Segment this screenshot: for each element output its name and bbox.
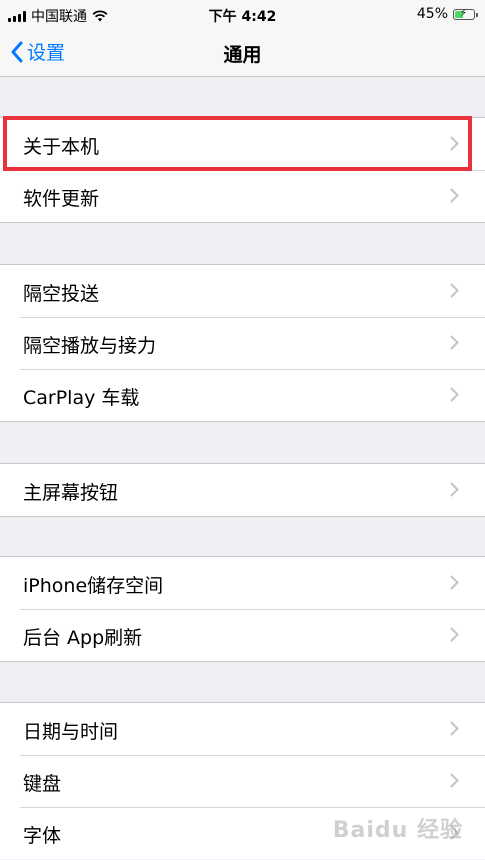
page-title: 通用	[223, 44, 262, 66]
row-label: 字体	[23, 825, 62, 847]
row-iphone-storage[interactable]: iPhone储存空间	[0, 557, 485, 609]
row-about[interactable]: 关于本机	[0, 118, 485, 170]
charging-bolt-icon: ⚡	[460, 7, 468, 19]
settings-group-storage: iPhone储存空间 后台 App刷新	[0, 556, 485, 662]
battery-percent: 45%	[416, 6, 448, 22]
row-label: 软件更新	[23, 188, 100, 210]
row-airdrop[interactable]: 隔空投送	[0, 265, 485, 317]
chevron-right-icon	[450, 721, 459, 736]
row-label: iPhone储存空间	[23, 575, 164, 597]
chevron-right-icon	[450, 773, 459, 788]
row-keyboard[interactable]: 键盘	[0, 755, 485, 807]
row-label: 关于本机	[23, 136, 100, 158]
status-time: 下午 4:42	[208, 9, 277, 25]
chevron-right-icon	[450, 575, 459, 590]
chevron-right-icon	[450, 335, 459, 350]
row-label: 隔空播放与接力	[23, 335, 157, 357]
chevron-right-icon	[450, 136, 459, 151]
row-label: 日期与时间	[23, 721, 119, 743]
navigation-bar: 设置 通用	[0, 30, 485, 77]
settings-group-airdrop: 隔空投送 隔空播放与接力 CarPlay 车载	[0, 264, 485, 422]
status-right: 45% ⚡	[416, 6, 478, 22]
settings-group-home-button: 主屏幕按钮	[0, 463, 485, 517]
row-label: CarPlay 车载	[23, 387, 140, 409]
row-home-button[interactable]: 主屏幕按钮	[0, 464, 485, 516]
chevron-right-icon	[450, 387, 459, 402]
chevron-right-icon	[450, 627, 459, 642]
row-airplay-handoff[interactable]: 隔空播放与接力	[0, 317, 485, 369]
row-software-update[interactable]: 软件更新	[0, 170, 485, 222]
status-bar: 中国联通 下午 4:42 45% ⚡	[0, 0, 485, 30]
battery-icon: ⚡	[453, 7, 478, 20]
row-label: 键盘	[23, 773, 62, 795]
row-label: 后台 App刷新	[23, 627, 143, 649]
chevron-right-icon	[450, 482, 459, 497]
row-label: 隔空投送	[23, 283, 100, 305]
chevron-right-icon	[450, 283, 459, 298]
row-background-app-refresh[interactable]: 后台 App刷新	[0, 609, 485, 661]
settings-group-about: 关于本机 软件更新	[0, 117, 485, 223]
row-date-time[interactable]: 日期与时间	[0, 703, 485, 755]
chevron-right-icon	[450, 188, 459, 203]
row-carplay[interactable]: CarPlay 车载	[0, 369, 485, 421]
baidu-watermark: Baidu 经验	[332, 818, 463, 843]
row-label: 主屏幕按钮	[23, 482, 119, 504]
